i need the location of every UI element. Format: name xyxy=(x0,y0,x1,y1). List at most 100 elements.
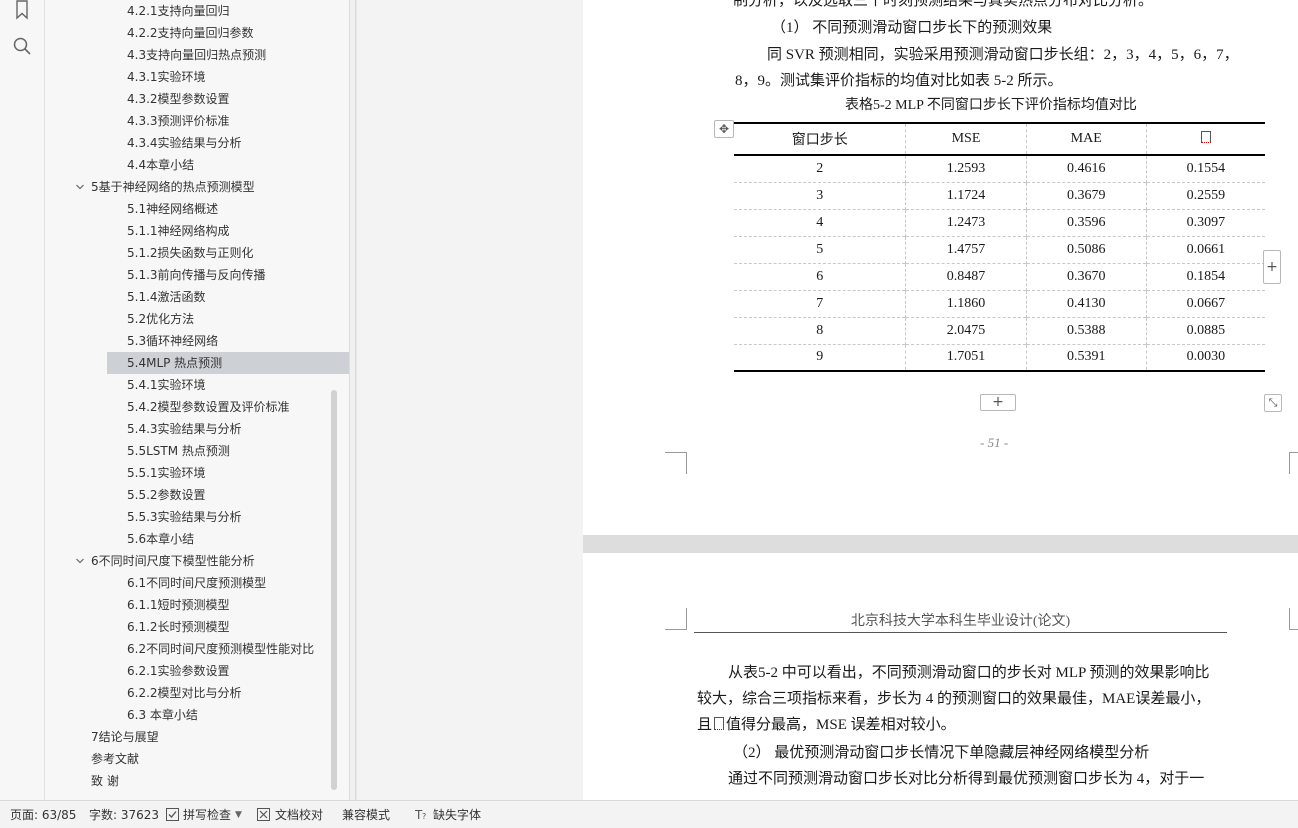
chevron-down-icon[interactable] xyxy=(75,556,85,566)
table-caption: 表格5-2 MLP 不同窗口步长下评价指标均值对比 xyxy=(845,98,1137,113)
toc-item[interactable]: 4.4本章小结 xyxy=(107,154,194,176)
table-row: 4 1.2473 0.3596 0.3097 xyxy=(734,208,1265,236)
toc-item[interactable]: 6.2不同时间尺度预测模型性能对比 xyxy=(107,638,314,660)
table-move-handle-icon[interactable]: ✥ xyxy=(714,120,734,138)
toc-item[interactable]: 7结论与展望 xyxy=(91,726,159,748)
chevron-down-icon[interactable] xyxy=(75,182,85,192)
chevron-down-icon[interactable]: ▼ xyxy=(235,801,242,828)
page-indicator[interactable]: 页面: 63/85 xyxy=(10,801,76,828)
table-cell[interactable]: 0.2559 xyxy=(1145,181,1265,209)
table-cell[interactable]: 1.4757 xyxy=(905,235,1027,263)
table-resize-icon[interactable]: ⤡ xyxy=(1264,394,1282,412)
toc-item[interactable]: 6.2.2模型对比与分析 xyxy=(107,682,242,704)
table-cell[interactable]: 1.1860 xyxy=(905,289,1027,317)
table-cell[interactable]: 0.4130 xyxy=(1025,289,1147,317)
table-cell[interactable]: 1.1724 xyxy=(905,181,1027,209)
toc-item[interactable]: 致 谢 xyxy=(91,770,119,792)
table-cell[interactable]: 0.5086 xyxy=(1025,235,1147,263)
table-cell[interactable]: 0.0030 xyxy=(1145,343,1265,372)
crop-mark xyxy=(665,452,687,474)
table-cell[interactable]: 7 xyxy=(734,289,906,317)
table-cell[interactable]: 0.3596 xyxy=(1025,208,1147,236)
status-bar: 页面: 63/85 字数: 37623 拼写检查 ▼ 文档校对 兼容模式 T? … xyxy=(0,800,1298,828)
table-header-cell: MAE xyxy=(1025,122,1147,156)
missing-font-button[interactable]: 缺失字体 xyxy=(433,801,481,828)
missing-font-glyph-icon xyxy=(714,717,725,730)
toc-item[interactable]: 4.3.3预测评价标准 xyxy=(107,110,230,132)
table-cell[interactable]: 1.2473 xyxy=(905,208,1027,236)
table-row: 7 1.1860 0.4130 0.0667 xyxy=(734,289,1265,317)
table-cell[interactable]: 0.0885 xyxy=(1145,316,1265,344)
page-51: 制分析，以及选取三个时刻预测结果与真实热点分布对比分析。 （1） 不同预测滑动窗… xyxy=(583,0,1298,535)
paragraph-line: 且值得分最高，MSE 误差相对较小。 xyxy=(697,712,956,738)
table-cell[interactable]: 2.0475 xyxy=(905,316,1027,344)
toc-item[interactable]: 4.3.1实验环境 xyxy=(107,66,206,88)
table-cell[interactable]: 1.7051 xyxy=(905,343,1027,372)
table-cell[interactable]: 0.0661 xyxy=(1145,235,1265,263)
add-row-button[interactable]: + xyxy=(980,394,1016,411)
table-cell[interactable]: 2 xyxy=(734,154,906,182)
toc-item[interactable]: 5.4.2模型参数设置及评价标准 xyxy=(107,396,290,418)
toc-item[interactable]: 4.2.2支持向量回归参数 xyxy=(107,22,254,44)
table-cell[interactable]: 0.0667 xyxy=(1145,289,1265,317)
table-cell[interactable]: 0.5391 xyxy=(1025,343,1147,372)
toc-item[interactable]: 5.2优化方法 xyxy=(107,308,194,330)
toc-item[interactable]: 5.4MLP 热点预测 xyxy=(107,352,349,374)
table-cell[interactable]: 0.4616 xyxy=(1025,154,1147,182)
pane-splitter[interactable] xyxy=(350,0,356,800)
nav-scrollbar[interactable] xyxy=(331,390,337,790)
proofread-button[interactable]: 文档校对 xyxy=(275,801,323,828)
table-cell[interactable]: 0.5388 xyxy=(1025,316,1147,344)
table-cell[interactable]: 0.1854 xyxy=(1145,262,1265,290)
table-cell[interactable]: 4 xyxy=(734,208,906,236)
toc-item[interactable]: 参考文献 xyxy=(91,748,139,770)
table-cell[interactable]: 0.3097 xyxy=(1145,208,1265,236)
add-column-button[interactable]: + xyxy=(1263,250,1281,284)
text-run: 且 xyxy=(697,717,713,733)
table-row: 3 1.1724 0.3679 0.2559 xyxy=(734,181,1265,209)
toc-item[interactable]: 5.5.1实验环境 xyxy=(107,462,206,484)
table-cell[interactable]: 6 xyxy=(734,262,906,290)
table-cell[interactable]: 3 xyxy=(734,181,906,209)
table-cell[interactable]: 8 xyxy=(734,316,906,344)
toc-item[interactable]: 4.3.2模型参数设置 xyxy=(107,88,230,110)
page-number: - 51 - xyxy=(980,435,1009,450)
toc-item[interactable]: 5.4.1实验环境 xyxy=(107,374,206,396)
toc-item[interactable]: 5.1.3前向传播与反向传播 xyxy=(107,264,266,286)
word-count[interactable]: 字数: 37623 xyxy=(89,801,159,828)
toc-item[interactable]: 5.1.4激活函数 xyxy=(107,286,206,308)
page-header: 北京科技大学本科生毕业设计(论文) xyxy=(694,610,1227,633)
toc-item[interactable]: 5.5.2参数设置 xyxy=(107,484,206,506)
bookmark-icon[interactable] xyxy=(12,0,32,20)
toc-item[interactable]: 4.3.4实验结果与分析 xyxy=(107,132,242,154)
toc-item[interactable]: 6.3 本章小结 xyxy=(107,704,198,726)
toc-item[interactable]: 5基于神经网络的热点预测模型 xyxy=(91,176,255,198)
toc-item[interactable]: 4.2.1支持向量回归 xyxy=(107,0,230,22)
table-cell[interactable]: 9 xyxy=(734,343,906,372)
toc-item[interactable]: 5.6本章小结 xyxy=(107,528,194,550)
table-cell[interactable]: 1.2593 xyxy=(905,154,1027,182)
toc-item[interactable]: 5.1.1神经网络构成 xyxy=(107,220,230,242)
toc-item[interactable]: 5.1.2损失函数与正则化 xyxy=(107,242,254,264)
toc-item[interactable]: 6.1不同时间尺度预测模型 xyxy=(107,572,266,594)
toc-item[interactable]: 5.5LSTM 热点预测 xyxy=(107,440,230,462)
compat-mode-button[interactable]: 兼容模式 xyxy=(342,801,390,828)
toc-item[interactable]: 6不同时间尺度下模型性能分析 xyxy=(91,550,255,572)
toc-item[interactable]: 6.1.1短时预测模型 xyxy=(107,594,230,616)
toc-item[interactable]: 4.3支持向量回归热点预测 xyxy=(107,44,266,66)
toc-item[interactable]: 5.4.3实验结果与分析 xyxy=(107,418,242,440)
navigation-pane: 4.2.1支持向量回归 4.2.2支持向量回归参数 4.3支持向量回归热点预测 4.3… xyxy=(45,0,350,800)
toc-item[interactable]: 5.3循环神经网络 xyxy=(107,330,218,352)
table-cell[interactable]: 0.1554 xyxy=(1145,154,1265,182)
table-cell[interactable]: 0.8487 xyxy=(905,262,1027,290)
spell-check-button[interactable]: 拼写检查 xyxy=(183,801,231,828)
table-cell[interactable]: 5 xyxy=(734,235,906,263)
table-row: 9 1.7051 0.5391 0.0030 xyxy=(734,343,1265,372)
toc-item[interactable]: 5.5.3实验结果与分析 xyxy=(107,506,242,528)
toc-item[interactable]: 5.1神经网络概述 xyxy=(107,198,218,220)
table-cell[interactable]: 0.3679 xyxy=(1025,181,1147,209)
toc-item[interactable]: 6.1.2长时预测模型 xyxy=(107,616,230,638)
table-cell[interactable]: 0.3670 xyxy=(1025,262,1147,290)
search-icon[interactable] xyxy=(12,36,32,56)
toc-item[interactable]: 6.2.1实验参数设置 xyxy=(107,660,230,682)
